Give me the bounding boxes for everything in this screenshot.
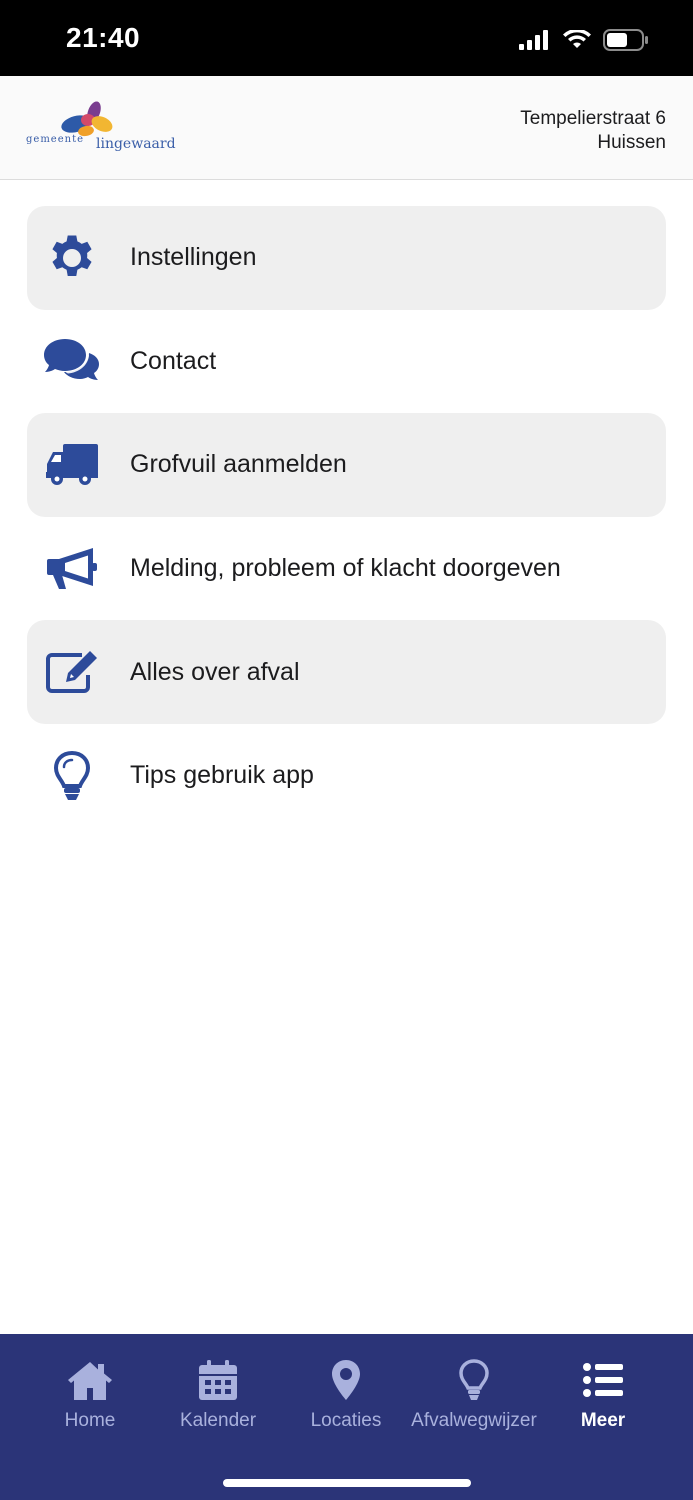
tab-label: Meer (580, 1410, 626, 1431)
map-pin-icon (332, 1360, 360, 1400)
address-street: Tempelierstraat 6 (520, 108, 666, 129)
truck-icon (43, 436, 101, 494)
gear-icon (43, 229, 101, 287)
menu-item-alles-over-afval[interactable]: Alles over afval (27, 620, 666, 724)
tab-home[interactable]: Home (25, 1358, 155, 1438)
menu-item-contact[interactable]: Contact (27, 310, 666, 414)
menu-item-instellingen[interactable]: Instellingen (27, 206, 666, 310)
tab-label: Afvalwegwijzer (411, 1410, 537, 1431)
tab-bar: Home Kalender Locaties Afvalwegwijzer Me… (0, 1334, 693, 1500)
menu-item-label: Melding, probleem of klacht doorgeven (130, 554, 561, 583)
battery-icon (603, 29, 648, 51)
wifi-icon (563, 30, 591, 48)
menu-item-melding[interactable]: Melding, probleem of klacht doorgeven (27, 517, 666, 621)
menu-item-grofvuil[interactable]: Grofvuil aanmelden (27, 413, 666, 517)
tab-afvalwegwijzer[interactable]: Afvalwegwijzer (409, 1358, 539, 1438)
lightbulb-icon (459, 1359, 489, 1400)
status-time: 21:40 (66, 22, 141, 53)
home-icon (68, 1362, 112, 1400)
status-icons (519, 27, 649, 53)
status-bar: 21:40 (0, 0, 693, 76)
tab-label: Kalender (179, 1410, 257, 1431)
tab-kalender[interactable]: Kalender (153, 1358, 283, 1438)
signal-icon (519, 30, 548, 50)
menu-list: Instellingen Contact Grofvuil aanmelden … (27, 206, 666, 828)
tab-meer[interactable]: Meer (538, 1358, 668, 1438)
menu-item-label: Grofvuil aanmelden (130, 450, 347, 479)
address: Tempelierstraat 6 Huissen (520, 107, 666, 155)
menu-item-label: Alles over afval (130, 657, 300, 686)
list-icon (583, 1363, 623, 1397)
address-city: Huissen (597, 132, 666, 153)
tab-locaties[interactable]: Locaties (281, 1358, 411, 1438)
menu-item-label: Tips gebruik app (130, 761, 314, 790)
tab-label: Locaties (310, 1410, 382, 1431)
chat-bubbles-icon (43, 332, 101, 390)
home-indicator[interactable] (223, 1479, 471, 1487)
gemeente-logo[interactable]: gemeente lingewaard (24, 98, 176, 158)
lightbulb-icon (43, 747, 101, 805)
tab-label: Home (64, 1410, 116, 1431)
menu-item-tips[interactable]: Tips gebruik app (27, 724, 666, 828)
megaphone-icon (43, 540, 101, 598)
logo-mark-icon (61, 101, 113, 137)
logo-text-gemeente: gemeente (26, 134, 85, 145)
calendar-icon (199, 1360, 237, 1400)
menu-item-label: Instellingen (130, 243, 257, 272)
edit-icon (43, 643, 101, 701)
menu-item-label: Contact (130, 346, 217, 375)
logo-text-lingewaard: lingewaard (96, 136, 176, 152)
app-header: gemeente lingewaard Tempelierstraat 6 Hu… (0, 76, 693, 180)
